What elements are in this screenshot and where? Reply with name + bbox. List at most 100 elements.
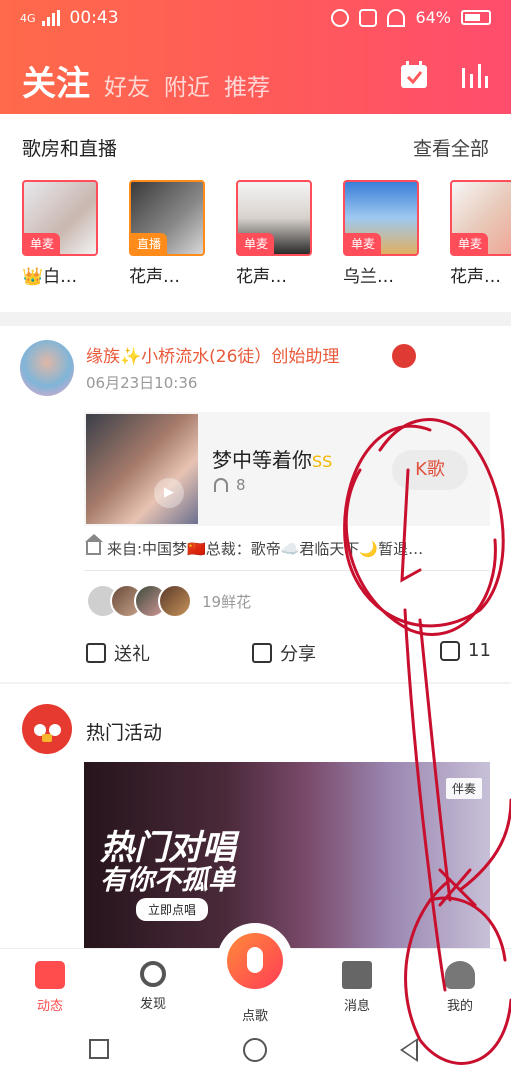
source-text: 来自:中国梦🇨🇳总裁：歌帝☁️君临天下🌙暂退… — [107, 540, 424, 558]
share-button[interactable]: 分享 — [252, 640, 316, 666]
section-title: 热门活动 — [86, 722, 163, 744]
nav-label: 消息 — [343, 999, 370, 1014]
song-card[interactable]: ▶ 梦中等着你SS 8 K歌 — [84, 412, 490, 526]
avatar — [158, 584, 192, 618]
play-icon[interactable]: ▶ — [154, 478, 184, 508]
song-cover: ▶ — [86, 414, 198, 524]
mic-icon — [227, 933, 283, 989]
share-icon — [252, 643, 272, 663]
activity-banner[interactable]: 伴奏 热门对唱 有你不孤单 立即点唱 — [84, 762, 490, 948]
bottom-nav: 动态 发现 点歌 消息 我的 — [0, 923, 511, 1024]
nav-sing[interactable]: 点歌 — [217, 923, 293, 1024]
room-thumbnail: 单麦 — [236, 180, 312, 256]
room-thumbnail: 单麦 — [22, 180, 98, 256]
battery-icon — [461, 10, 491, 25]
room-name: 花声… — [129, 267, 180, 287]
gift-button[interactable]: 送礼 — [86, 640, 150, 666]
recent-apps-icon[interactable] — [89, 1039, 109, 1059]
room-name: 乌兰… — [343, 267, 394, 287]
tab-friends[interactable]: 好友 — [104, 68, 150, 102]
room-thumbnail: 单麦 — [343, 180, 419, 256]
room-list: 单麦 👑白… 直播 花声… 单麦 花声… 单麦 乌兰… 单麦 花声… — [22, 180, 511, 287]
alarm-icon — [331, 8, 350, 27]
room-tag: 直播 — [131, 233, 168, 254]
top-header: 4G 00:43 64% 关注 好友 附近 推荐 — [0, 0, 511, 114]
share-label: 分享 — [280, 644, 316, 665]
avatar[interactable] — [20, 340, 74, 396]
gift-icon — [86, 643, 106, 663]
room-thumbnail: 单麦 — [450, 180, 511, 256]
banner-subheadline: 有你不孤单 — [100, 865, 235, 896]
activity-section: 热门活动 伴奏 热门对唱 有你不孤单 立即点唱 — [0, 684, 511, 948]
back-icon[interactable] — [400, 1038, 418, 1062]
room-card[interactable]: 单麦 乌兰… — [343, 180, 419, 287]
room-tag: 单麦 — [345, 233, 382, 254]
section-title: 歌房和直播 — [22, 138, 118, 160]
gift-label: 送礼 — [114, 644, 150, 665]
network-label: 4G — [20, 11, 36, 25]
nav-feed[interactable]: 动态 — [15, 961, 85, 1014]
room-tag: 单麦 — [24, 233, 61, 254]
room-thumbnail: 直播 — [129, 180, 205, 256]
room-tag: 单麦 — [238, 233, 275, 254]
bar-chart-icon[interactable] — [459, 60, 489, 90]
tab-recommend[interactable]: 推荐 — [224, 68, 270, 102]
author-nickname: 小桥流水(26徒）创始助理 — [141, 347, 340, 367]
view-all-link[interactable]: 查看全部 — [413, 134, 489, 161]
nav-discover[interactable]: 发现 — [118, 961, 188, 1012]
tab-follow[interactable]: 关注 — [22, 56, 90, 105]
tab-nearby[interactable]: 附近 — [164, 68, 210, 102]
author-group: 缘族 — [86, 347, 120, 367]
battery-percent: 64% — [415, 8, 451, 27]
feed-tabs: 关注 好友 附近 推荐 — [22, 56, 270, 105]
comment-count: 11 — [468, 640, 491, 661]
room-card[interactable]: 单麦 👑白… — [22, 180, 98, 287]
home-button-icon[interactable] — [243, 1038, 267, 1062]
flower-count: 19鲜花 — [202, 592, 252, 611]
sparkle-icon: ✨ — [120, 347, 142, 367]
signal-icon — [41, 10, 64, 26]
system-nav — [0, 1022, 511, 1080]
sing-now-button[interactable]: 立即点唱 — [136, 898, 209, 921]
room-card[interactable]: 直播 花声… — [129, 180, 205, 287]
nav-label: 动态 — [36, 999, 63, 1014]
score-badge: SS — [312, 452, 333, 471]
nav-label: 我的 — [446, 999, 473, 1014]
headphone-icon — [214, 478, 228, 492]
nav-label: 发现 — [139, 997, 166, 1012]
divider — [84, 570, 490, 571]
room-tag: 单麦 — [452, 233, 489, 254]
flower-givers[interactable]: 19鲜花 — [86, 584, 251, 618]
wifi-icon — [387, 8, 406, 27]
author-name[interactable]: 缘族✨小桥流水(26徒）创始助理 — [86, 342, 339, 367]
post-actions: 送礼 分享 11 — [0, 636, 511, 672]
comment-icon — [440, 640, 460, 661]
bird-mascot-icon — [22, 704, 72, 754]
accompaniment-tag: 伴奏 — [445, 778, 482, 799]
search-icon — [140, 961, 166, 987]
nav-messages[interactable]: 消息 — [322, 961, 392, 1014]
nav-me[interactable]: 我的 — [425, 961, 495, 1014]
room-name: 花声… — [236, 267, 287, 287]
karaoke-button[interactable]: K歌 — [392, 450, 468, 490]
room-card[interactable]: 单麦 花声… — [236, 180, 312, 287]
song-title: 梦中等着你SS — [212, 444, 332, 473]
post-time: 06月23日10:36 — [86, 374, 198, 392]
post-source[interactable]: 来自:中国梦🇨🇳总裁：歌帝☁️君临天下🌙暂退… — [85, 534, 424, 559]
room-name: 花声… — [450, 267, 501, 287]
feed-icon — [35, 961, 65, 989]
status-bar: 4G 00:43 64% — [0, 0, 511, 38]
song-name: 梦中等着你 — [212, 448, 312, 472]
feed-post: 缘族✨小桥流水(26徒）创始助理 06月23日10:36 ▶ 梦中等着你SS 8… — [0, 326, 511, 682]
play-count-value: 8 — [236, 476, 246, 494]
profile-icon — [445, 961, 475, 989]
clock: 00:43 — [69, 8, 119, 28]
calendar-check-icon[interactable] — [399, 60, 429, 90]
comment-button[interactable]: 11 — [440, 640, 491, 661]
play-count: 8 — [214, 476, 246, 494]
live-section: 歌房和直播 查看全部 单麦 👑白… 直播 花声… 单麦 花声… 单麦 乌兰… 单… — [0, 114, 511, 312]
bird-badge-icon — [392, 344, 416, 368]
mute-icon — [359, 8, 378, 27]
mail-icon — [342, 961, 372, 989]
room-card[interactable]: 单麦 花声… — [450, 180, 511, 287]
